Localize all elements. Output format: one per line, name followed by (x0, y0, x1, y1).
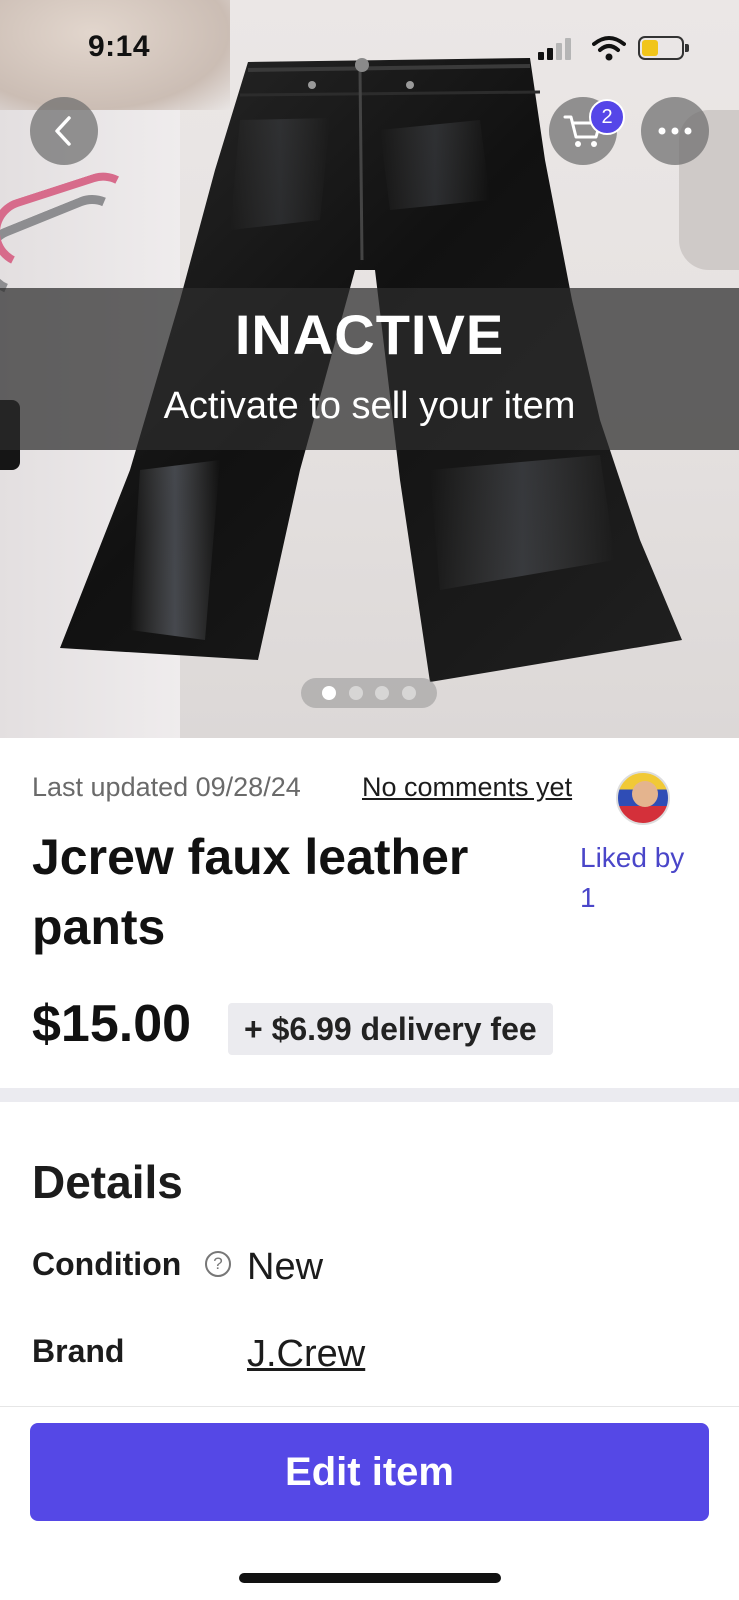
brand-label: Brand (32, 1333, 125, 1369)
more-horizontal-icon (658, 127, 692, 135)
cart-count-badge: 2 (589, 99, 625, 135)
last-updated-text: Last updated 09/28/24 (32, 772, 301, 802)
more-options-button[interactable] (641, 97, 709, 165)
carousel-dot[interactable] (402, 686, 417, 700)
home-indicator[interactable] (239, 1573, 501, 1583)
carousel-dot[interactable] (348, 686, 363, 700)
wifi-icon (592, 36, 626, 61)
carousel-dot[interactable] (321, 686, 336, 700)
footer-divider (0, 1406, 739, 1407)
photo-carousel-indicator[interactable] (301, 678, 437, 708)
section-divider (0, 1088, 739, 1102)
liked-by-count: 1 (580, 882, 596, 913)
avatar[interactable] (616, 771, 670, 825)
chevron-left-icon (55, 116, 71, 146)
condition-value: New (247, 1246, 324, 1288)
carousel-dot[interactable] (375, 686, 390, 700)
inactive-subtitle: Activate to sell your item (163, 385, 576, 427)
price: $15.00 (32, 995, 192, 1053)
help-circle-icon[interactable]: ? (205, 1251, 231, 1277)
status-bar: 9:14 (0, 0, 739, 90)
listing-title: Jcrew faux leather pants (32, 829, 469, 955)
back-button[interactable] (30, 97, 98, 165)
status-time: 9:14 (88, 30, 151, 63)
delivery-fee-badge: + $6.99 delivery fee (228, 1003, 553, 1055)
inactive-title: INACTIVE (234, 303, 505, 366)
liked-by-link[interactable]: Liked by 1 (580, 838, 720, 918)
brand-link[interactable]: J.Crew (247, 1333, 365, 1376)
cellular-signal-icon (538, 38, 576, 60)
condition-label: Condition (32, 1246, 182, 1282)
battery-icon (638, 36, 689, 60)
comments-link[interactable]: No comments yet (362, 772, 572, 803)
details-heading: Details (32, 1156, 183, 1208)
liked-by-label: Liked by (580, 842, 685, 873)
edit-item-button[interactable]: Edit item (30, 1423, 709, 1521)
